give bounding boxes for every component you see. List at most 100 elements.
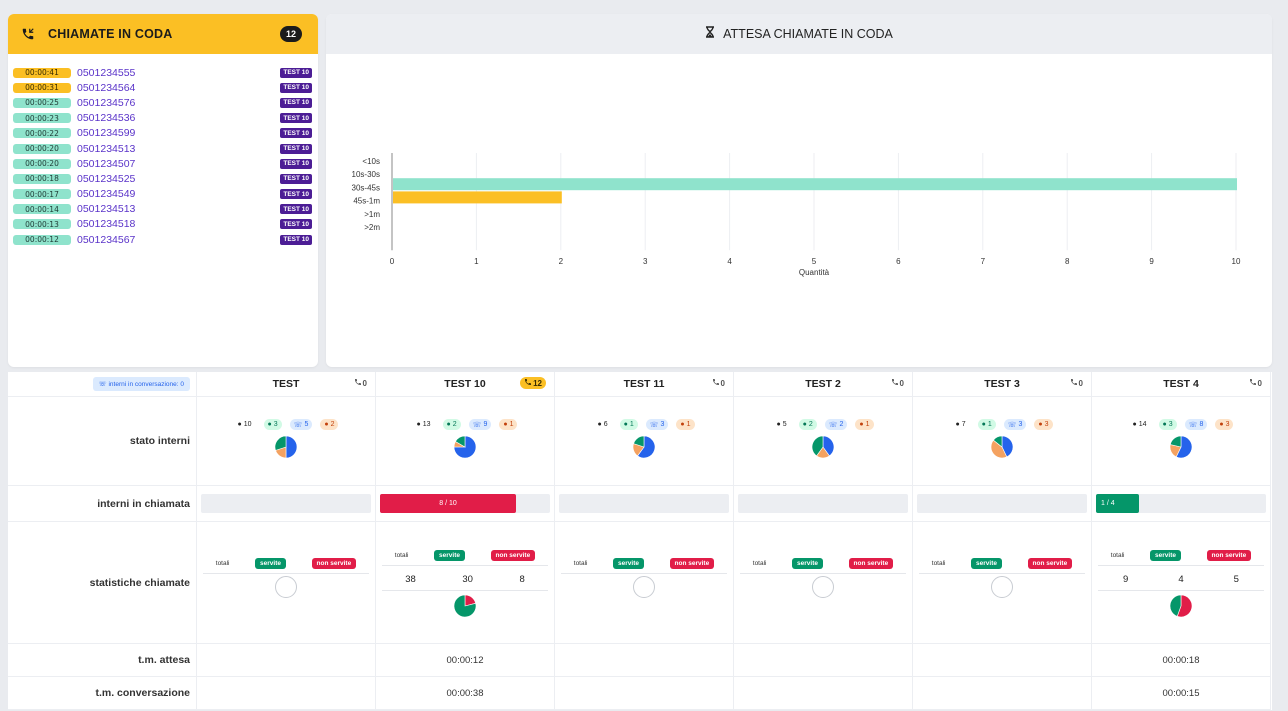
- user-check-icon: ●: [267, 421, 272, 428]
- row-label-statistiche: statistiche chiamate: [8, 522, 197, 644]
- x-tick-label: 4: [727, 257, 732, 266]
- stats-cell: totali servite non servite: [555, 522, 734, 644]
- queue-tag: TEST 10: [280, 189, 312, 200]
- user-icon: ●: [955, 421, 960, 428]
- caller-number[interactable]: 0501234507: [77, 158, 135, 170]
- empty-stats-pie: [275, 576, 297, 598]
- bar: [393, 191, 562, 204]
- totali-value: 9: [1123, 574, 1129, 585]
- stato-cell: ● 13 ● 2 ☏ 9 ● 1: [376, 397, 555, 486]
- phone-icon: ☏: [828, 421, 838, 429]
- user-pause-icon: ●: [1038, 421, 1043, 428]
- tm-attesa-cell: 00:00:12: [376, 644, 555, 677]
- tm-attesa-value: 00:00:18: [1162, 654, 1200, 666]
- queue-row[interactable]: 00:00:20 0501234507 TEST 10: [13, 156, 312, 171]
- queue-row[interactable]: 00:00:41 0501234555 TEST 10: [13, 65, 312, 80]
- queue-row[interactable]: 00:00:18 0501234525 TEST 10: [13, 171, 312, 186]
- caller-number[interactable]: 0501234513: [77, 203, 135, 215]
- queue-row[interactable]: 00:00:17 0501234549 TEST 10: [13, 187, 312, 202]
- queue-tag: TEST 10: [280, 82, 312, 93]
- stats-cell: totali servite non servite 38 30 8: [376, 522, 555, 644]
- queue-row[interactable]: 00:00:31 0501234564 TEST 10: [13, 80, 312, 95]
- tm-conversazione-cell: [913, 677, 1092, 710]
- queue-calls: 12: [533, 378, 542, 388]
- stats-pie-wrap: [1169, 594, 1193, 622]
- count: 3: [660, 421, 665, 428]
- caller-number[interactable]: 0501234564: [77, 82, 135, 94]
- wait-time-badge: 00:00:20: [13, 143, 71, 154]
- conv-badge-label: interni in conversazione: 0: [108, 381, 184, 388]
- caller-number[interactable]: 0501234576: [77, 97, 135, 109]
- queue-column-header: TEST 4 0: [1092, 372, 1271, 397]
- in-call-bar: [738, 494, 908, 513]
- queue-tag: TEST 10: [280, 113, 312, 124]
- queue-row[interactable]: 00:00:14 0501234513 TEST 10: [13, 202, 312, 217]
- stats-header: totali servite non servite: [919, 558, 1085, 574]
- tm-attesa-cell: [197, 644, 376, 677]
- stato-cell: ● 14 ● 3 ☏ 8 ● 3: [1092, 397, 1271, 486]
- count: 1: [509, 421, 514, 428]
- user-pause-icon: ●: [503, 421, 508, 428]
- servite-pill: servite: [434, 550, 465, 561]
- conv-badge[interactable]: ☏ interni in conversazione: 0: [92, 377, 190, 391]
- row-label: statistiche chiamate: [89, 576, 190, 589]
- queue-row[interactable]: 00:00:22 0501234599 TEST 10: [13, 126, 312, 141]
- phone-icon: [1249, 378, 1257, 388]
- stato-badges: ● 7 ● 1 ☏ 3 ● 3: [951, 419, 1053, 430]
- queue-calls-badge: 0: [891, 378, 904, 388]
- caller-number[interactable]: 0501234555: [77, 67, 135, 79]
- totali-label: totali: [752, 560, 767, 567]
- stato-cell: ● 10 ● 3 ☏ 5 ● 2: [197, 397, 376, 486]
- caller-number[interactable]: 0501234599: [77, 127, 135, 139]
- in-call-bar: [559, 494, 729, 513]
- totali-label: totali: [573, 560, 588, 567]
- stato-badges: ● 14 ● 3 ☏ 8 ● 3: [1129, 419, 1234, 430]
- in-call-cell: [197, 486, 376, 522]
- hourglass-icon: [705, 25, 715, 43]
- y-tick-label: >2m: [364, 223, 380, 232]
- queue-tag: TEST 10: [280, 173, 312, 184]
- non-servite-value: 5: [1233, 574, 1239, 585]
- queue-row[interactable]: 00:00:13 0501234518 TEST 10: [13, 217, 312, 232]
- caller-number[interactable]: 0501234536: [77, 112, 135, 124]
- paused-agents-badge: ● 2: [320, 419, 339, 430]
- user-pause-icon: ●: [680, 421, 685, 428]
- caller-number[interactable]: 0501234518: [77, 218, 135, 230]
- x-tick-label: 2: [559, 257, 564, 266]
- in-call-bar: [917, 494, 1087, 513]
- queue-row[interactable]: 00:00:20 0501234513 TEST 10: [13, 141, 312, 156]
- stats-header: totali servite non servite: [1098, 550, 1264, 566]
- x-tick-label: 7: [981, 257, 986, 266]
- user-check-icon: ●: [802, 421, 807, 428]
- queue-name: TEST: [272, 378, 300, 390]
- stato-cell: ● 7 ● 1 ☏ 3 ● 3: [913, 397, 1092, 486]
- bar: [393, 178, 1237, 191]
- phone-icon: [891, 378, 899, 388]
- in-call-cell: [555, 486, 734, 522]
- stato-pie-wrap: [811, 435, 835, 463]
- caller-number[interactable]: 0501234549: [77, 188, 135, 200]
- stats-cell: totali servite non servite 9 4 5: [1092, 522, 1271, 644]
- queue-row[interactable]: 00:00:23 0501234536 TEST 10: [13, 111, 312, 126]
- available-agents-badge: ● 2: [442, 419, 461, 430]
- queue-name: TEST 3: [984, 378, 1020, 390]
- wait-time-badge: 00:00:31: [13, 82, 71, 93]
- queue-row[interactable]: 00:00:25 0501234576 TEST 10: [13, 95, 312, 110]
- user-icon: ●: [237, 421, 242, 428]
- non-servite-pill: non servite: [848, 558, 894, 569]
- wait-time-badge: 00:00:13: [13, 219, 71, 230]
- stato-pie-wrap: [274, 435, 298, 463]
- available-agents-badge: ● 1: [619, 419, 638, 430]
- count: 3: [273, 421, 278, 428]
- caller-number[interactable]: 0501234567: [77, 234, 135, 246]
- count: 10: [243, 421, 252, 428]
- caller-number[interactable]: 0501234513: [77, 143, 135, 155]
- non-servite-pill: non servite: [490, 550, 536, 561]
- non-servite-pill: non servite: [311, 558, 357, 569]
- empty-stats-pie: [991, 576, 1013, 598]
- caller-number[interactable]: 0501234525: [77, 173, 135, 185]
- queue-row[interactable]: 00:00:12 0501234567 TEST 10: [13, 232, 312, 247]
- queue-column-header: TEST 0: [197, 372, 376, 397]
- count: 3: [1225, 421, 1230, 428]
- wait-time-badge: 00:00:14: [13, 204, 71, 215]
